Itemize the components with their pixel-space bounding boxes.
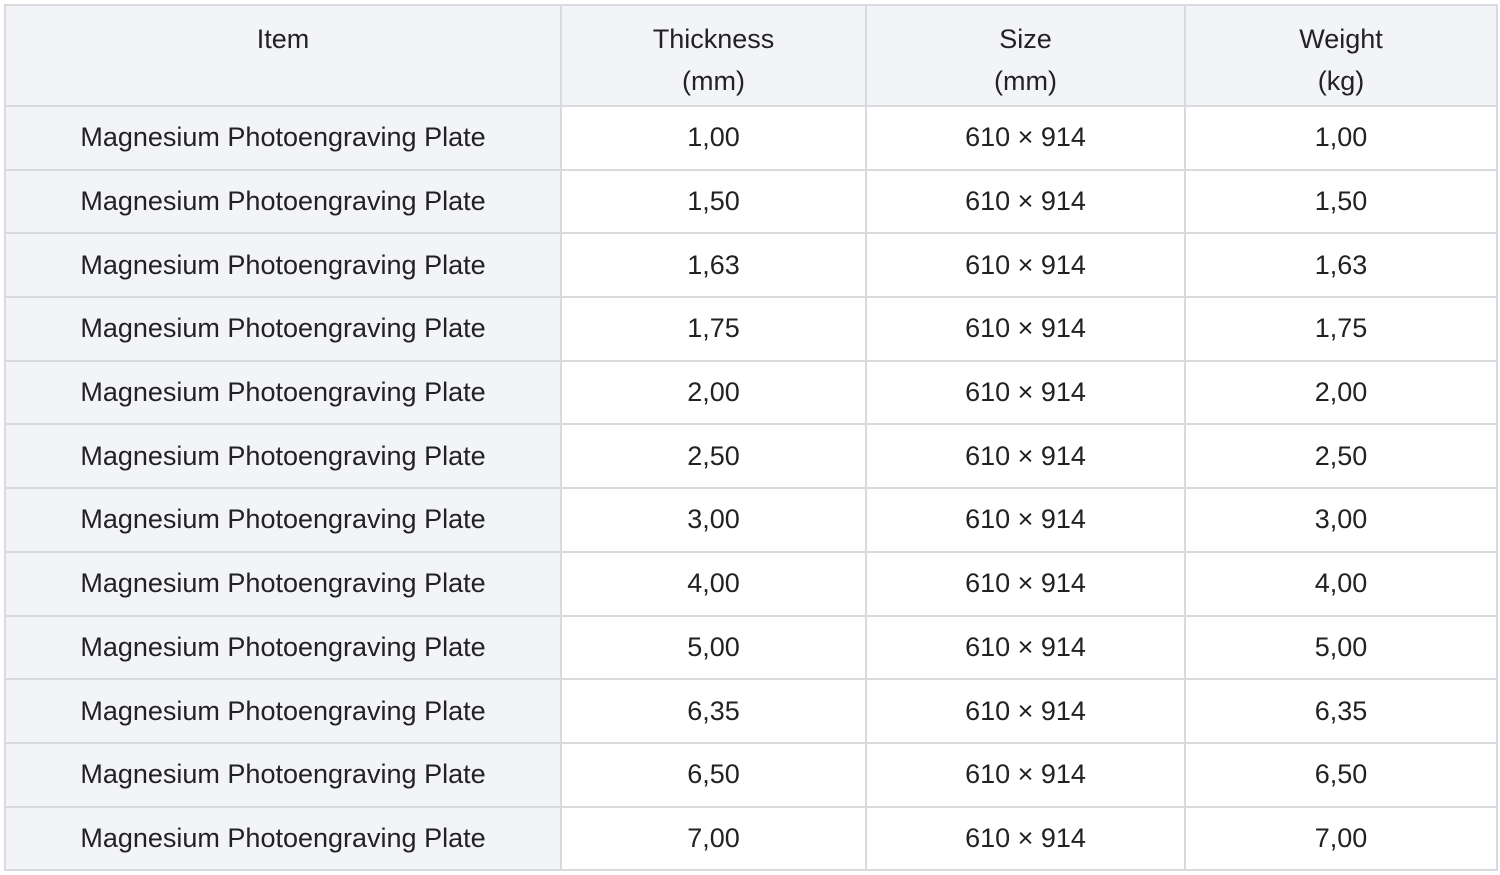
cell-size: 610 × 914: [865, 805, 1186, 872]
cell-size: 610 × 914: [865, 678, 1186, 744]
cell-item: Magnesium Photoengraving Plate: [4, 487, 562, 553]
cell-thickness: 7,00: [560, 805, 867, 872]
cell-item: Magnesium Photoengraving Plate: [4, 741, 562, 808]
header-weight: Weight (kg): [1184, 4, 1498, 107]
cell-item: Magnesium Photoengraving Plate: [4, 678, 562, 744]
cell-size: 610 × 914: [865, 359, 1186, 426]
cell-size: 610 × 914: [865, 741, 1186, 808]
table-row: Magnesium Photoengraving Plate 1,63 610 × …: [4, 232, 1498, 299]
cell-thickness: 1,00: [560, 105, 867, 171]
cell-weight: 3,00: [1184, 487, 1498, 553]
cell-weight: 1,00: [1184, 105, 1498, 171]
cell-weight: 1,63: [1184, 232, 1498, 299]
cell-weight: 4,00: [1184, 550, 1498, 617]
header-item: Item: [4, 4, 562, 107]
header-thickness-label: Thickness: [652, 24, 775, 54]
cell-size: 610 × 914: [865, 105, 1186, 171]
table-row: Magnesium Photoengraving Plate 1,50 610 × …: [4, 168, 1498, 235]
cell-weight: 2,00: [1184, 359, 1498, 426]
table-row: Magnesium Photoengraving Plate 4,00 610 × …: [4, 550, 1498, 617]
table-row: Magnesium Photoengraving Plate 2,00 610 × …: [4, 359, 1498, 426]
table-row: Magnesium Photoengraving Plate 1,75 610 × …: [4, 296, 1498, 362]
cell-item: Magnesium Photoengraving Plate: [4, 614, 562, 681]
cell-weight: 6,50: [1184, 741, 1498, 808]
cell-item: Magnesium Photoengraving Plate: [4, 359, 562, 426]
cell-weight: 7,00: [1184, 805, 1498, 872]
header-size-label: Size: [999, 24, 1052, 54]
header-thickness: Thickness (mm): [560, 4, 867, 107]
header-size: Size (mm): [865, 4, 1186, 107]
table-row: Magnesium Photoengraving Plate 1,00 610 × …: [4, 105, 1498, 171]
header-weight-label: Weight: [1299, 24, 1383, 54]
cell-thickness: 2,00: [560, 359, 867, 426]
table-body: Magnesium Photoengraving Plate 1,00 610 × …: [4, 105, 1498, 872]
cell-weight: 5,00: [1184, 614, 1498, 681]
cell-size: 610 × 914: [865, 614, 1186, 681]
cell-item: Magnesium Photoengraving Plate: [4, 423, 562, 490]
cell-weight: 2,50: [1184, 423, 1498, 490]
cell-item: Magnesium Photoengraving Plate: [4, 168, 562, 235]
header-thickness-unit: (mm): [682, 66, 745, 96]
table-row: Magnesium Photoengraving Plate 3,00 610 × …: [4, 487, 1498, 553]
cell-thickness: 1,75: [560, 296, 867, 362]
table-header: Item Thickness (mm) Size (mm) Weight (kg…: [4, 4, 1498, 107]
table-row: Magnesium Photoengraving Plate 7,00 610 × …: [4, 805, 1498, 872]
table-row: Magnesium Photoengraving Plate 6,50 610 × …: [4, 741, 1498, 808]
cell-item: Magnesium Photoengraving Plate: [4, 550, 562, 617]
cell-item: Magnesium Photoengraving Plate: [4, 232, 562, 299]
cell-size: 610 × 914: [865, 487, 1186, 553]
cell-size: 610 × 914: [865, 232, 1186, 299]
cell-thickness: 1,50: [560, 168, 867, 235]
cell-weight: 6,35: [1184, 678, 1498, 744]
cell-size: 610 × 914: [865, 168, 1186, 235]
spec-table: Item Thickness (mm) Size (mm) Weight (kg…: [4, 4, 1498, 872]
header-row: Item Thickness (mm) Size (mm) Weight (kg…: [4, 4, 1498, 107]
cell-item: Magnesium Photoengraving Plate: [4, 296, 562, 362]
cell-size: 610 × 914: [865, 296, 1186, 362]
cell-thickness: 4,00: [560, 550, 867, 617]
cell-item: Magnesium Photoengraving Plate: [4, 805, 562, 872]
cell-item: Magnesium Photoengraving Plate: [4, 105, 562, 171]
header-size-unit: (mm): [994, 66, 1057, 96]
cell-thickness: 5,00: [560, 614, 867, 681]
cell-thickness: 6,50: [560, 741, 867, 808]
table-row: Magnesium Photoengraving Plate 5,00 610 × …: [4, 614, 1498, 681]
cell-weight: 1,50: [1184, 168, 1498, 235]
cell-size: 610 × 914: [865, 550, 1186, 617]
cell-thickness: 2,50: [560, 423, 867, 490]
cell-thickness: 1,63: [560, 232, 867, 299]
cell-thickness: 3,00: [560, 487, 867, 553]
header-weight-unit: (kg): [1317, 66, 1365, 96]
table-row: Magnesium Photoengraving Plate 2,50 610 × …: [4, 423, 1498, 490]
cell-size: 610 × 914: [865, 423, 1186, 490]
cell-weight: 1,75: [1184, 296, 1498, 362]
spec-table-container: Item Thickness (mm) Size (mm) Weight (kg…: [4, 4, 1498, 872]
table-row: Magnesium Photoengraving Plate 6,35 610 × …: [4, 678, 1498, 744]
cell-thickness: 6,35: [560, 678, 867, 744]
header-item-label: Item: [256, 24, 310, 54]
